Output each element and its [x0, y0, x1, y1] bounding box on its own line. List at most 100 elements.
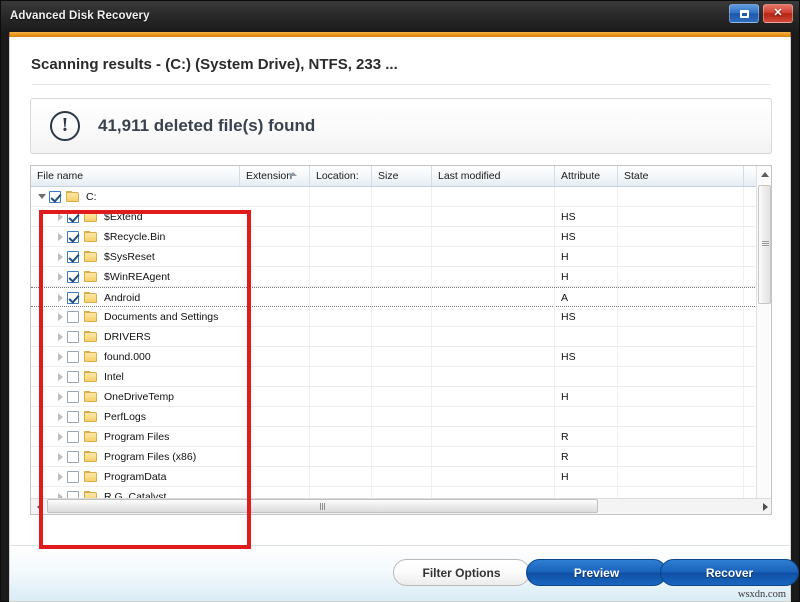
vertical-scroll-thumb[interactable] — [758, 185, 771, 304]
table-row[interactable]: $Extend HS — [31, 207, 759, 227]
file-name-cell[interactable]: $WinREAgent — [31, 267, 240, 286]
file-name-cell[interactable]: $Recycle.Bin — [31, 227, 240, 246]
folder-icon — [84, 270, 98, 283]
file-name-cell[interactable]: Intel — [31, 367, 240, 386]
row-checkbox[interactable] — [67, 210, 79, 223]
expand-collapse-right-icon[interactable] — [53, 307, 67, 326]
vertical-scrollbar[interactable] — [756, 166, 771, 514]
table-row[interactable]: DRIVERS — [31, 327, 759, 347]
table-row[interactable]: Program Files R — [31, 427, 759, 447]
expand-collapse-right-icon[interactable] — [53, 427, 67, 446]
file-name-cell[interactable]: C: — [31, 187, 240, 206]
grid-column-header[interactable]: Last modified — [432, 166, 555, 186]
table-row[interactable]: found.000 HS — [31, 347, 759, 367]
table-row[interactable]: Program Files (x86) R — [31, 447, 759, 467]
grid-column-header[interactable]: State — [618, 166, 744, 186]
expand-collapse-right-icon[interactable] — [53, 247, 67, 266]
expand-collapse-right-icon[interactable] — [53, 367, 67, 386]
recover-button[interactable]: Recover — [660, 559, 799, 586]
scroll-right-button[interactable] — [757, 499, 771, 514]
row-checkbox[interactable] — [67, 470, 79, 483]
file-name-cell[interactable]: Documents and Settings — [31, 307, 240, 326]
expand-collapse-right-icon[interactable] — [53, 387, 67, 406]
expand-collapse-right-icon[interactable] — [53, 267, 67, 286]
size-cell — [372, 367, 432, 386]
state-cell — [618, 247, 744, 266]
row-checkbox[interactable] — [67, 291, 79, 304]
state-cell — [618, 367, 744, 386]
file-name-cell[interactable]: DRIVERS — [31, 327, 240, 346]
location-cell — [310, 187, 372, 206]
location-cell — [310, 467, 372, 486]
table-row[interactable]: $WinREAgent H — [31, 267, 759, 287]
row-checkbox[interactable] — [67, 410, 79, 423]
horizontal-scroll-track[interactable] — [47, 499, 757, 514]
horizontal-scroll-thumb[interactable] — [47, 499, 598, 513]
table-row[interactable]: Android A — [31, 287, 759, 307]
close-button[interactable]: ✕ — [763, 4, 793, 23]
table-row[interactable]: Intel — [31, 367, 759, 387]
file-name-cell[interactable]: $Extend — [31, 207, 240, 226]
file-name-cell[interactable]: ProgramData — [31, 467, 240, 486]
table-row[interactable]: $Recycle.Bin HS — [31, 227, 759, 247]
grid-column-header[interactable]: Attribute — [555, 166, 618, 186]
table-row[interactable]: ProgramData H — [31, 467, 759, 487]
expand-collapse-right-icon[interactable] — [53, 207, 67, 226]
row-checkbox[interactable] — [67, 330, 79, 343]
file-name-cell[interactable]: found.000 — [31, 347, 240, 366]
folder-icon — [84, 210, 98, 223]
file-name-label: DRIVERS — [104, 330, 151, 343]
file-name-cell[interactable]: Program Files — [31, 427, 240, 446]
expand-collapse-right-icon[interactable] — [53, 327, 67, 346]
file-name-cell[interactable]: Android — [31, 288, 240, 307]
expand-collapse-right-icon[interactable] — [53, 347, 67, 366]
row-checkbox[interactable] — [67, 350, 79, 363]
expand-collapse-right-icon[interactable] — [53, 467, 67, 486]
triangle-right-icon — [57, 372, 63, 381]
row-checkbox[interactable] — [67, 270, 79, 283]
table-row[interactable]: OneDriveTemp H — [31, 387, 759, 407]
size-cell — [372, 347, 432, 366]
exclamation-circle-icon: ! — [50, 111, 80, 141]
row-checkbox[interactable] — [67, 250, 79, 263]
row-checkbox[interactable] — [67, 390, 79, 403]
grid-column-header[interactable]: File name — [31, 166, 240, 186]
row-checkbox[interactable] — [49, 190, 61, 203]
table-row[interactable]: Documents and Settings HS — [31, 307, 759, 327]
table-row[interactable]: PerfLogs — [31, 407, 759, 427]
row-checkbox[interactable] — [67, 310, 79, 323]
filter-options-button[interactable]: Filter Options — [393, 559, 530, 586]
horizontal-scrollbar[interactable] — [31, 498, 771, 514]
folder-icon — [84, 291, 98, 304]
file-name-cell[interactable]: OneDriveTemp — [31, 387, 240, 406]
attribute-cell: A — [555, 288, 618, 307]
table-row[interactable]: $SysReset H — [31, 247, 759, 267]
scroll-up-button[interactable] — [757, 166, 771, 182]
row-checkbox[interactable] — [67, 230, 79, 243]
expand-collapse-right-icon[interactable] — [53, 227, 67, 246]
row-checkbox[interactable] — [67, 370, 79, 383]
triangle-right-icon — [57, 412, 63, 421]
preview-button[interactable]: Preview — [526, 559, 667, 586]
expand-collapse-right-icon[interactable] — [53, 447, 67, 466]
grid-column-header[interactable]: Extension — [240, 166, 310, 186]
expand-collapse-right-icon[interactable] — [53, 407, 67, 426]
restore-button[interactable] — [729, 4, 759, 23]
scroll-left-button[interactable] — [31, 499, 47, 514]
row-checkbox[interactable] — [67, 450, 79, 463]
table-row[interactable]: C: — [31, 187, 759, 207]
file-name-label: PerfLogs — [104, 410, 147, 423]
attribute-cell: H — [555, 267, 618, 286]
row-checkbox[interactable] — [67, 430, 79, 443]
grid-body[interactable]: C: $Extend HS $Recycle.Bin HS $SysReset H $WinR… — [31, 187, 759, 500]
file-name-cell[interactable]: $SysReset — [31, 247, 240, 266]
file-name-cell[interactable]: PerfLogs — [31, 407, 240, 426]
grid-column-header[interactable]: Location: — [310, 166, 372, 186]
expand-collapse-right-icon[interactable] — [53, 288, 67, 307]
triangle-right-icon — [57, 272, 63, 281]
grid-column-header[interactable]: Size — [372, 166, 432, 186]
expand-collapse-down-icon[interactable] — [35, 187, 49, 206]
file-name-cell[interactable]: Program Files (x86) — [31, 447, 240, 466]
grid-column-header-label: Size — [378, 170, 399, 182]
attribute-cell — [555, 187, 618, 206]
